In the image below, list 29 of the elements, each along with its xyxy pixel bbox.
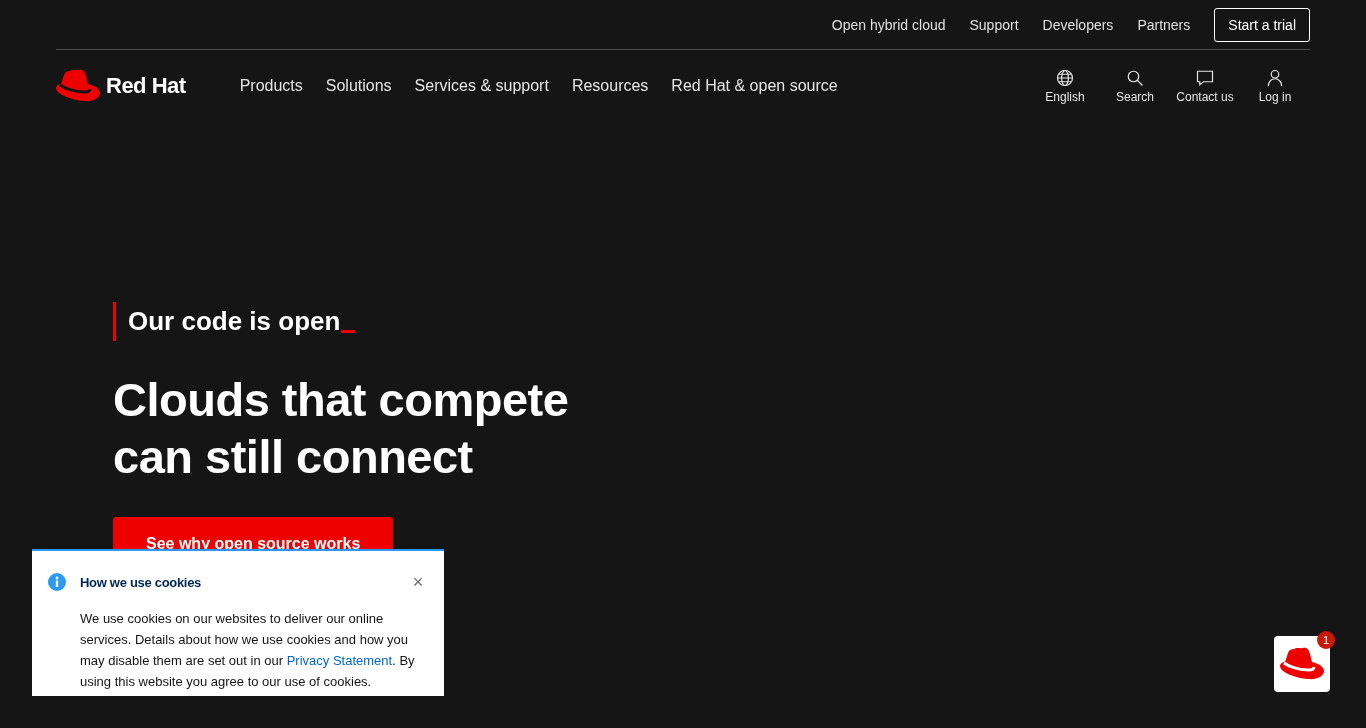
hero-title: Clouds that compete can still connect (113, 372, 570, 485)
close-button[interactable]: × (408, 575, 428, 590)
cursor-mark (341, 330, 356, 333)
hat-icon (56, 69, 100, 103)
logo-text[interactable]: Red Hat (106, 73, 186, 99)
nav-item[interactable]: Red Hat & open source (671, 77, 838, 95)
nav-item[interactable]: Services & support (414, 77, 549, 95)
nav-item[interactable]: Resources (571, 77, 649, 95)
nav-item[interactable]: Solutions (325, 77, 392, 95)
utility-link[interactable]: Partners (1137, 16, 1191, 33)
utility-link[interactable]: Open hybrid cloud (831, 16, 946, 33)
utility-link[interactable]: Support (969, 16, 1019, 33)
info-icon (48, 573, 66, 592)
user-icon (1266, 68, 1284, 87)
nav-action[interactable]: Contact us (1170, 68, 1240, 104)
start-trial-button[interactable]: Start a trial (1214, 7, 1310, 42)
cookie-text: We use cookies on our websites to deliver our online services. Details about how we use cookies and how you may disable them are set out in our Privacy Statement. By using this website you agree to our use of cookies. (80, 609, 416, 691)
globe-icon (1056, 68, 1074, 87)
nav-action[interactable]: English (1030, 68, 1100, 104)
eyebrow-text: Our code is open (128, 306, 341, 337)
search-icon (1126, 68, 1144, 87)
utility-link[interactable]: Developers (1042, 16, 1114, 33)
nav-action[interactable]: Log in (1240, 68, 1310, 104)
nav-action[interactable]: Search (1100, 68, 1170, 104)
hat-icon (1280, 647, 1324, 681)
nav-item[interactable]: Products (239, 77, 303, 95)
cookie-title: How we use cookies (80, 574, 203, 590)
notification-badge: 1 (1317, 631, 1335, 649)
chat-widget[interactable] (1274, 636, 1330, 692)
